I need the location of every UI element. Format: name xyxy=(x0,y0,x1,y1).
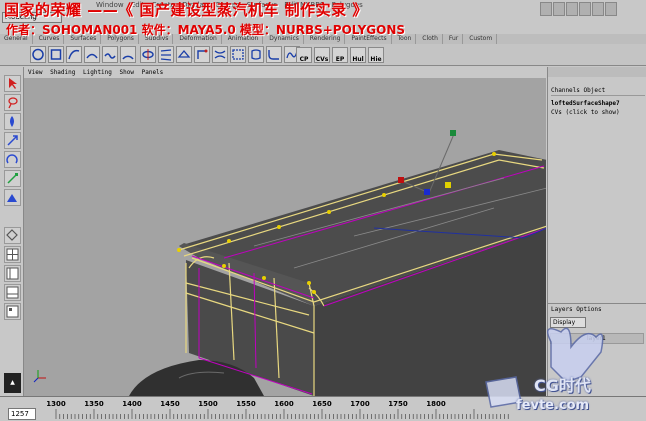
channel-box-divider xyxy=(551,95,645,96)
cv-curve-icon[interactable] xyxy=(66,46,82,63)
birail-icon[interactable] xyxy=(212,46,228,63)
panel-menu-shading[interactable]: Shading xyxy=(50,69,75,76)
status-line-icons xyxy=(540,2,617,16)
ruler-tick-label: 1700 xyxy=(350,400,370,408)
shelf-tab-custom[interactable]: Custom xyxy=(465,34,498,44)
layers-title[interactable]: Layers Options xyxy=(551,306,602,313)
panel-menu-view[interactable]: View xyxy=(28,69,42,76)
time-ruler[interactable]: 1300 1350 1400 1450 1500 1550 1600 1650 1700 1750… xyxy=(42,399,522,419)
select-tool-icon[interactable] xyxy=(4,75,21,92)
arc-icon[interactable] xyxy=(120,46,136,63)
layer-name: layer1 xyxy=(587,335,606,342)
panel-menu-panels[interactable]: Panels xyxy=(142,69,164,76)
layer-row[interactable]: layer1 xyxy=(550,333,644,344)
ep-button[interactable]: EP xyxy=(332,47,348,63)
ruler-tick-label: 1350 xyxy=(84,400,104,408)
panel-menu: View Shading Lighting Show Panels xyxy=(24,67,546,78)
ruler-tick-label: 1400 xyxy=(122,400,142,408)
fillet-icon[interactable] xyxy=(266,46,282,63)
viewport-scene xyxy=(33,130,546,396)
shelf-toolbar: CP CVs EP Hul Hie xyxy=(0,44,646,66)
boundary-icon[interactable] xyxy=(230,46,246,63)
lasso-tool-icon[interactable] xyxy=(4,94,21,111)
loft-icon[interactable] xyxy=(158,46,174,63)
maya-logo-icon: ▲ xyxy=(4,373,21,393)
layer-mode-select[interactable]: Display xyxy=(550,317,586,328)
view-axis-icon xyxy=(33,370,46,383)
show-tool-settings-icon[interactable] xyxy=(592,2,604,16)
persp-outliner-layout-icon[interactable] xyxy=(4,265,21,282)
ruler-tick-label: 1550 xyxy=(236,400,256,408)
hul-button[interactable]: Hul xyxy=(350,47,366,63)
show-channel-box-icon[interactable] xyxy=(605,2,617,16)
move-tool-icon[interactable] xyxy=(4,132,21,149)
cp-button[interactable]: CP xyxy=(296,47,312,63)
panel-menu-show[interactable]: Show xyxy=(120,69,134,76)
persp-graph-layout-icon[interactable] xyxy=(4,284,21,301)
perspective-viewport[interactable] xyxy=(24,78,546,396)
channel-box-title[interactable]: Channels Object xyxy=(551,87,605,94)
ep-curve-icon[interactable] xyxy=(84,46,100,63)
four-pane-layout-icon[interactable] xyxy=(4,246,21,263)
square-surface-icon[interactable] xyxy=(248,46,264,63)
hie-button[interactable]: Hie xyxy=(368,47,384,63)
ruler-tick-label: 1300 xyxy=(46,400,66,408)
ruler-tick-label: 1800 xyxy=(426,400,446,408)
render-globals-icon[interactable] xyxy=(566,2,578,16)
channel-box: Channels Object loftedSurfaceShape7 CVs … xyxy=(547,67,646,303)
square-icon[interactable] xyxy=(48,46,64,63)
ruler-tick-label: 1750 xyxy=(388,400,408,408)
circle-icon[interactable] xyxy=(30,46,46,63)
toolbox: ▲ xyxy=(0,67,24,398)
ipr-render-icon[interactable] xyxy=(553,2,565,16)
selected-object-name[interactable]: loftedSurfaceShape7 xyxy=(551,100,620,107)
revolve-icon[interactable] xyxy=(140,46,156,63)
planar-icon[interactable] xyxy=(176,46,192,63)
rotate-tool-icon[interactable] xyxy=(4,151,21,168)
ruler-tick-label: 1600 xyxy=(274,400,294,408)
overlay-credit: 作者：SOHOMAN001 软件：MAYA5.0 模型：NURBS+POLYGO… xyxy=(6,23,406,37)
ruler-tick-label: 1500 xyxy=(198,400,218,408)
hypershade-layout-icon[interactable] xyxy=(4,303,21,320)
layer-editor: Layers Options Display layer1 xyxy=(547,303,646,396)
time-slider[interactable]: 1257 1300 1350 1400 1450 1500 1550 1600 1650 170… xyxy=(0,396,646,421)
paint-select-icon[interactable] xyxy=(4,113,21,130)
ruler-tick-label: 1450 xyxy=(160,400,180,408)
show-attribute-editor-icon[interactable] xyxy=(579,2,591,16)
pencil-curve-icon[interactable] xyxy=(102,46,118,63)
single-pane-layout-icon[interactable] xyxy=(4,227,21,244)
shelf-tab-fur[interactable]: Fur xyxy=(445,34,464,44)
manipulator-tool-icon[interactable] xyxy=(4,189,21,206)
channel-box-tab[interactable] xyxy=(548,67,646,77)
ruler-tick-label: 1650 xyxy=(312,400,332,408)
extrude-icon[interactable] xyxy=(194,46,210,63)
panel-menu-lighting[interactable]: Lighting xyxy=(83,69,112,76)
shelf-tab-cloth[interactable]: Cloth xyxy=(418,34,443,44)
cvs-click-to-show[interactable]: CVs (click to show) xyxy=(551,109,620,116)
current-frame-field[interactable]: 1257 xyxy=(8,408,36,420)
scale-tool-icon[interactable] xyxy=(4,170,21,187)
overlay-title: 国家的荣耀 ——《 国产建设型蒸汽机车 制作实录 》 xyxy=(4,1,368,19)
cvs-button[interactable]: CVs xyxy=(314,47,330,63)
render-icon[interactable] xyxy=(540,2,552,16)
